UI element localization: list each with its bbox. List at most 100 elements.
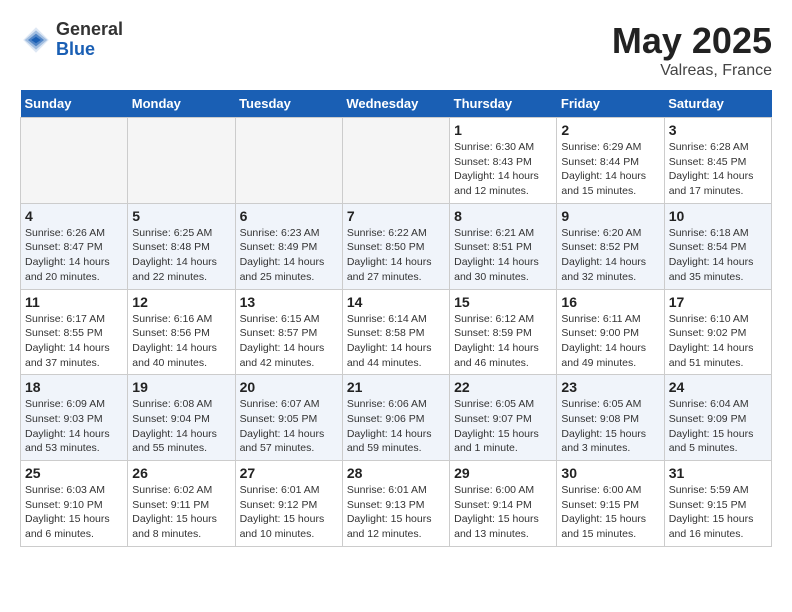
day-info: Sunrise: 6:30 AM Sunset: 8:43 PM Dayligh… (454, 140, 552, 199)
location-title: Valreas, France (612, 62, 772, 80)
page-header: General Blue May 2025 Valreas, France (20, 20, 772, 80)
day-info: Sunrise: 6:28 AM Sunset: 8:45 PM Dayligh… (669, 140, 767, 199)
week-row-4: 25 Sunrise: 6:03 AM Sunset: 9:10 PM Dayli… (21, 461, 772, 547)
day-number: 3 (669, 122, 767, 138)
logo-blue: Blue (56, 40, 123, 60)
calendar-cell: 9 Sunrise: 6:20 AM Sunset: 8:52 PM Daylig… (557, 203, 664, 289)
header-sunday: Sunday (21, 90, 128, 118)
day-info: Sunrise: 6:06 AM Sunset: 9:06 PM Dayligh… (347, 397, 445, 456)
day-info: Sunrise: 6:25 AM Sunset: 8:48 PM Dayligh… (132, 226, 230, 285)
calendar-cell: 2Sunrise: 6:29 AM Sunset: 8:44 PM Daylig… (557, 118, 664, 204)
calendar-cell: 19 Sunrise: 6:08 AM Sunset: 9:04 PM Dayli… (128, 375, 235, 461)
day-number: 1 (454, 122, 552, 138)
day-info: Sunrise: 6:16 AM Sunset: 8:56 PM Dayligh… (132, 312, 230, 371)
day-info: Sunrise: 6:20 AM Sunset: 8:52 PM Dayligh… (561, 226, 659, 285)
day-number: 16 (561, 294, 659, 310)
calendar-cell: 11Sunrise: 6:17 AM Sunset: 8:55 PM Dayli… (21, 289, 128, 375)
day-info: Sunrise: 6:01 AM Sunset: 9:13 PM Dayligh… (347, 483, 445, 542)
day-info: Sunrise: 6:05 AM Sunset: 9:08 PM Dayligh… (561, 397, 659, 456)
calendar-table: SundayMondayTuesdayWednesdayThursdayFrid… (20, 90, 772, 547)
day-info: Sunrise: 6:29 AM Sunset: 8:44 PM Dayligh… (561, 140, 659, 199)
day-info: Sunrise: 6:08 AM Sunset: 9:04 PM Dayligh… (132, 397, 230, 456)
day-number: 6 (240, 208, 338, 224)
day-number: 5 (132, 208, 230, 224)
day-info: Sunrise: 6:26 AM Sunset: 8:47 PM Dayligh… (25, 226, 123, 285)
day-info: Sunrise: 6:15 AM Sunset: 8:57 PM Dayligh… (240, 312, 338, 371)
day-number: 19 (132, 379, 230, 395)
calendar-cell: 12Sunrise: 6:16 AM Sunset: 8:56 PM Dayli… (128, 289, 235, 375)
calendar-cell: 5 Sunrise: 6:25 AM Sunset: 8:48 PM Daylig… (128, 203, 235, 289)
header-saturday: Saturday (664, 90, 771, 118)
title-block: May 2025 Valreas, France (612, 20, 772, 80)
calendar-cell (21, 118, 128, 204)
day-info: Sunrise: 6:11 AM Sunset: 9:00 PM Dayligh… (561, 312, 659, 371)
calendar-cell: 15 Sunrise: 6:12 AM Sunset: 8:59 PM Dayli… (450, 289, 557, 375)
day-number: 27 (240, 465, 338, 481)
day-info: Sunrise: 6:17 AM Sunset: 8:55 PM Dayligh… (25, 312, 123, 371)
day-info: Sunrise: 6:18 AM Sunset: 8:54 PM Dayligh… (669, 226, 767, 285)
day-number: 31 (669, 465, 767, 481)
calendar-cell: 27 Sunrise: 6:01 AM Sunset: 9:12 PM Dayli… (235, 461, 342, 547)
day-info: Sunrise: 6:09 AM Sunset: 9:03 PM Dayligh… (25, 397, 123, 456)
day-info: Sunrise: 6:00 AM Sunset: 9:14 PM Dayligh… (454, 483, 552, 542)
header-friday: Friday (557, 90, 664, 118)
day-number: 8 (454, 208, 552, 224)
calendar-cell: 24 Sunrise: 6:04 AM Sunset: 9:09 PM Dayli… (664, 375, 771, 461)
header-wednesday: Wednesday (342, 90, 449, 118)
calendar-cell: 18 Sunrise: 6:09 AM Sunset: 9:03 PM Dayli… (21, 375, 128, 461)
calendar-cell: 4 Sunrise: 6:26 AM Sunset: 8:47 PM Daylig… (21, 203, 128, 289)
calendar-cell: 17Sunrise: 6:10 AM Sunset: 9:02 PM Dayli… (664, 289, 771, 375)
day-info: Sunrise: 6:10 AM Sunset: 9:02 PM Dayligh… (669, 312, 767, 371)
day-number: 24 (669, 379, 767, 395)
day-number: 18 (25, 379, 123, 395)
logo-icon (20, 24, 52, 56)
logo-text: General Blue (56, 20, 123, 60)
day-info: Sunrise: 6:04 AM Sunset: 9:09 PM Dayligh… (669, 397, 767, 456)
calendar-cell: 30Sunrise: 6:00 AM Sunset: 9:15 PM Dayli… (557, 461, 664, 547)
day-number: 4 (25, 208, 123, 224)
day-number: 30 (561, 465, 659, 481)
week-row-3: 18 Sunrise: 6:09 AM Sunset: 9:03 PM Dayli… (21, 375, 772, 461)
day-info: Sunrise: 6:01 AM Sunset: 9:12 PM Dayligh… (240, 483, 338, 542)
header-thursday: Thursday (450, 90, 557, 118)
calendar-cell: 16 Sunrise: 6:11 AM Sunset: 9:00 PM Dayli… (557, 289, 664, 375)
month-year-title: May 2025 (612, 20, 772, 62)
week-row-0: 1 Sunrise: 6:30 AM Sunset: 8:43 PM Daylig… (21, 118, 772, 204)
day-number: 23 (561, 379, 659, 395)
day-info: Sunrise: 6:03 AM Sunset: 9:10 PM Dayligh… (25, 483, 123, 542)
calendar-cell: 22Sunrise: 6:05 AM Sunset: 9:07 PM Dayli… (450, 375, 557, 461)
day-number: 20 (240, 379, 338, 395)
calendar-cell: 23 Sunrise: 6:05 AM Sunset: 9:08 PM Dayli… (557, 375, 664, 461)
calendar-cell (128, 118, 235, 204)
day-info: Sunrise: 6:23 AM Sunset: 8:49 PM Dayligh… (240, 226, 338, 285)
day-number: 21 (347, 379, 445, 395)
logo: General Blue (20, 20, 123, 60)
day-number: 10 (669, 208, 767, 224)
calendar-cell: 31 Sunrise: 5:59 AM Sunset: 9:15 PM Dayli… (664, 461, 771, 547)
day-number: 25 (25, 465, 123, 481)
calendar-cell: 14Sunrise: 6:14 AM Sunset: 8:58 PM Dayli… (342, 289, 449, 375)
day-number: 29 (454, 465, 552, 481)
day-info: Sunrise: 5:59 AM Sunset: 9:15 PM Dayligh… (669, 483, 767, 542)
day-number: 9 (561, 208, 659, 224)
calendar-cell: 21 Sunrise: 6:06 AM Sunset: 9:06 PM Dayli… (342, 375, 449, 461)
header-monday: Monday (128, 90, 235, 118)
day-number: 26 (132, 465, 230, 481)
calendar-cell: 7Sunrise: 6:22 AM Sunset: 8:50 PM Daylig… (342, 203, 449, 289)
day-number: 28 (347, 465, 445, 481)
day-info: Sunrise: 6:12 AM Sunset: 8:59 PM Dayligh… (454, 312, 552, 371)
calendar-cell (235, 118, 342, 204)
day-info: Sunrise: 6:02 AM Sunset: 9:11 PM Dayligh… (132, 483, 230, 542)
calendar-cell: 6 Sunrise: 6:23 AM Sunset: 8:49 PM Daylig… (235, 203, 342, 289)
calendar-cell: 13Sunrise: 6:15 AM Sunset: 8:57 PM Dayli… (235, 289, 342, 375)
calendar-cell: 28 Sunrise: 6:01 AM Sunset: 9:13 PM Dayli… (342, 461, 449, 547)
day-number: 15 (454, 294, 552, 310)
calendar-cell: 29 Sunrise: 6:00 AM Sunset: 9:14 PM Dayli… (450, 461, 557, 547)
day-info: Sunrise: 6:21 AM Sunset: 8:51 PM Dayligh… (454, 226, 552, 285)
day-info: Sunrise: 6:05 AM Sunset: 9:07 PM Dayligh… (454, 397, 552, 456)
day-info: Sunrise: 6:14 AM Sunset: 8:58 PM Dayligh… (347, 312, 445, 371)
calendar-cell: 26 Sunrise: 6:02 AM Sunset: 9:11 PM Dayli… (128, 461, 235, 547)
calendar-cell: 3 Sunrise: 6:28 AM Sunset: 8:45 PM Daylig… (664, 118, 771, 204)
calendar-cell: 25 Sunrise: 6:03 AM Sunset: 9:10 PM Dayli… (21, 461, 128, 547)
calendar-header-row: SundayMondayTuesdayWednesdayThursdayFrid… (21, 90, 772, 118)
